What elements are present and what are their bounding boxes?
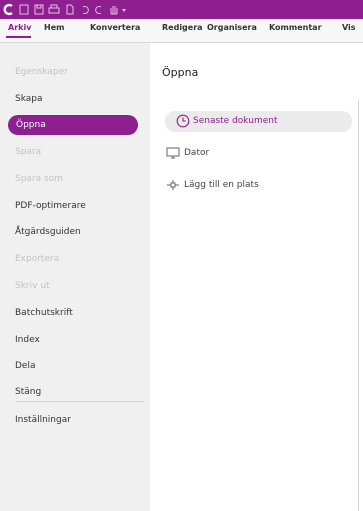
undo-icon[interactable] <box>79 3 91 16</box>
panel-divider <box>358 100 359 511</box>
print-icon[interactable] <box>48 3 60 16</box>
tab-visa[interactable]: Vis <box>342 23 356 32</box>
ribbon-tab-bar: Arkiv Hem Konvertera Redigera Organisera… <box>0 19 363 43</box>
sidebar-item-spara-som: Spara som <box>15 174 63 184</box>
sidebar-divider <box>15 401 144 402</box>
page-icon[interactable] <box>64 3 76 16</box>
sidebar-item-stang[interactable]: Stäng <box>15 382 41 402</box>
sidebar-item-oppna[interactable]: Öppna <box>8 115 138 135</box>
new-document-icon[interactable] <box>18 3 30 16</box>
tab-arkiv[interactable]: Arkiv <box>8 23 31 32</box>
save-icon[interactable] <box>33 3 45 16</box>
title-bar <box>0 0 363 19</box>
sidebar-item-egenskaper: Egenskaper <box>15 67 68 77</box>
sidebar-item-installningar[interactable]: Inställningar <box>15 410 71 430</box>
sidebar-item-skapa[interactable]: Skapa <box>15 89 43 109</box>
tab-redigera[interactable]: Redigera <box>162 23 203 32</box>
sidebar-item-dela[interactable]: Dela <box>15 356 35 376</box>
sidebar-item-spara: Spara <box>15 147 42 157</box>
active-tab-indicator <box>6 36 31 38</box>
sidebar-item-atgardsguiden[interactable]: Åtgärdsguiden <box>15 222 81 242</box>
location-label: Lägg till en plats <box>184 180 259 190</box>
tab-kommentar[interactable]: Kommentar <box>269 23 322 32</box>
redo-icon[interactable] <box>93 3 105 16</box>
app-logo-icon[interactable] <box>3 3 15 16</box>
hand-tool-icon[interactable] <box>108 3 120 16</box>
location-recent-documents[interactable]: Senaste dokument <box>165 111 352 132</box>
sidebar-item-skriv-ut: Skriv ut <box>15 281 50 291</box>
sidebar-item-pdf-optimerare[interactable]: PDF-optimerare <box>15 196 86 216</box>
location-label: Senaste dokument <box>193 116 278 126</box>
tab-konvertera[interactable]: Konvertera <box>90 23 140 32</box>
customize-dropdown-icon[interactable] <box>120 3 128 16</box>
tab-organisera[interactable]: Organisera <box>207 23 257 32</box>
clock-icon <box>176 114 190 128</box>
page-title: Öppna <box>162 66 199 79</box>
sidebar-item-index[interactable]: Index <box>15 330 40 350</box>
location-label: Dator <box>184 148 210 158</box>
add-place-icon <box>166 178 180 192</box>
sidebar-item-exportera: Exportera <box>15 254 60 264</box>
sidebar-item-batchutskrift[interactable]: Batchutskrift <box>15 303 73 323</box>
tab-hem[interactable]: Hem <box>44 23 64 32</box>
computer-icon <box>166 146 180 160</box>
